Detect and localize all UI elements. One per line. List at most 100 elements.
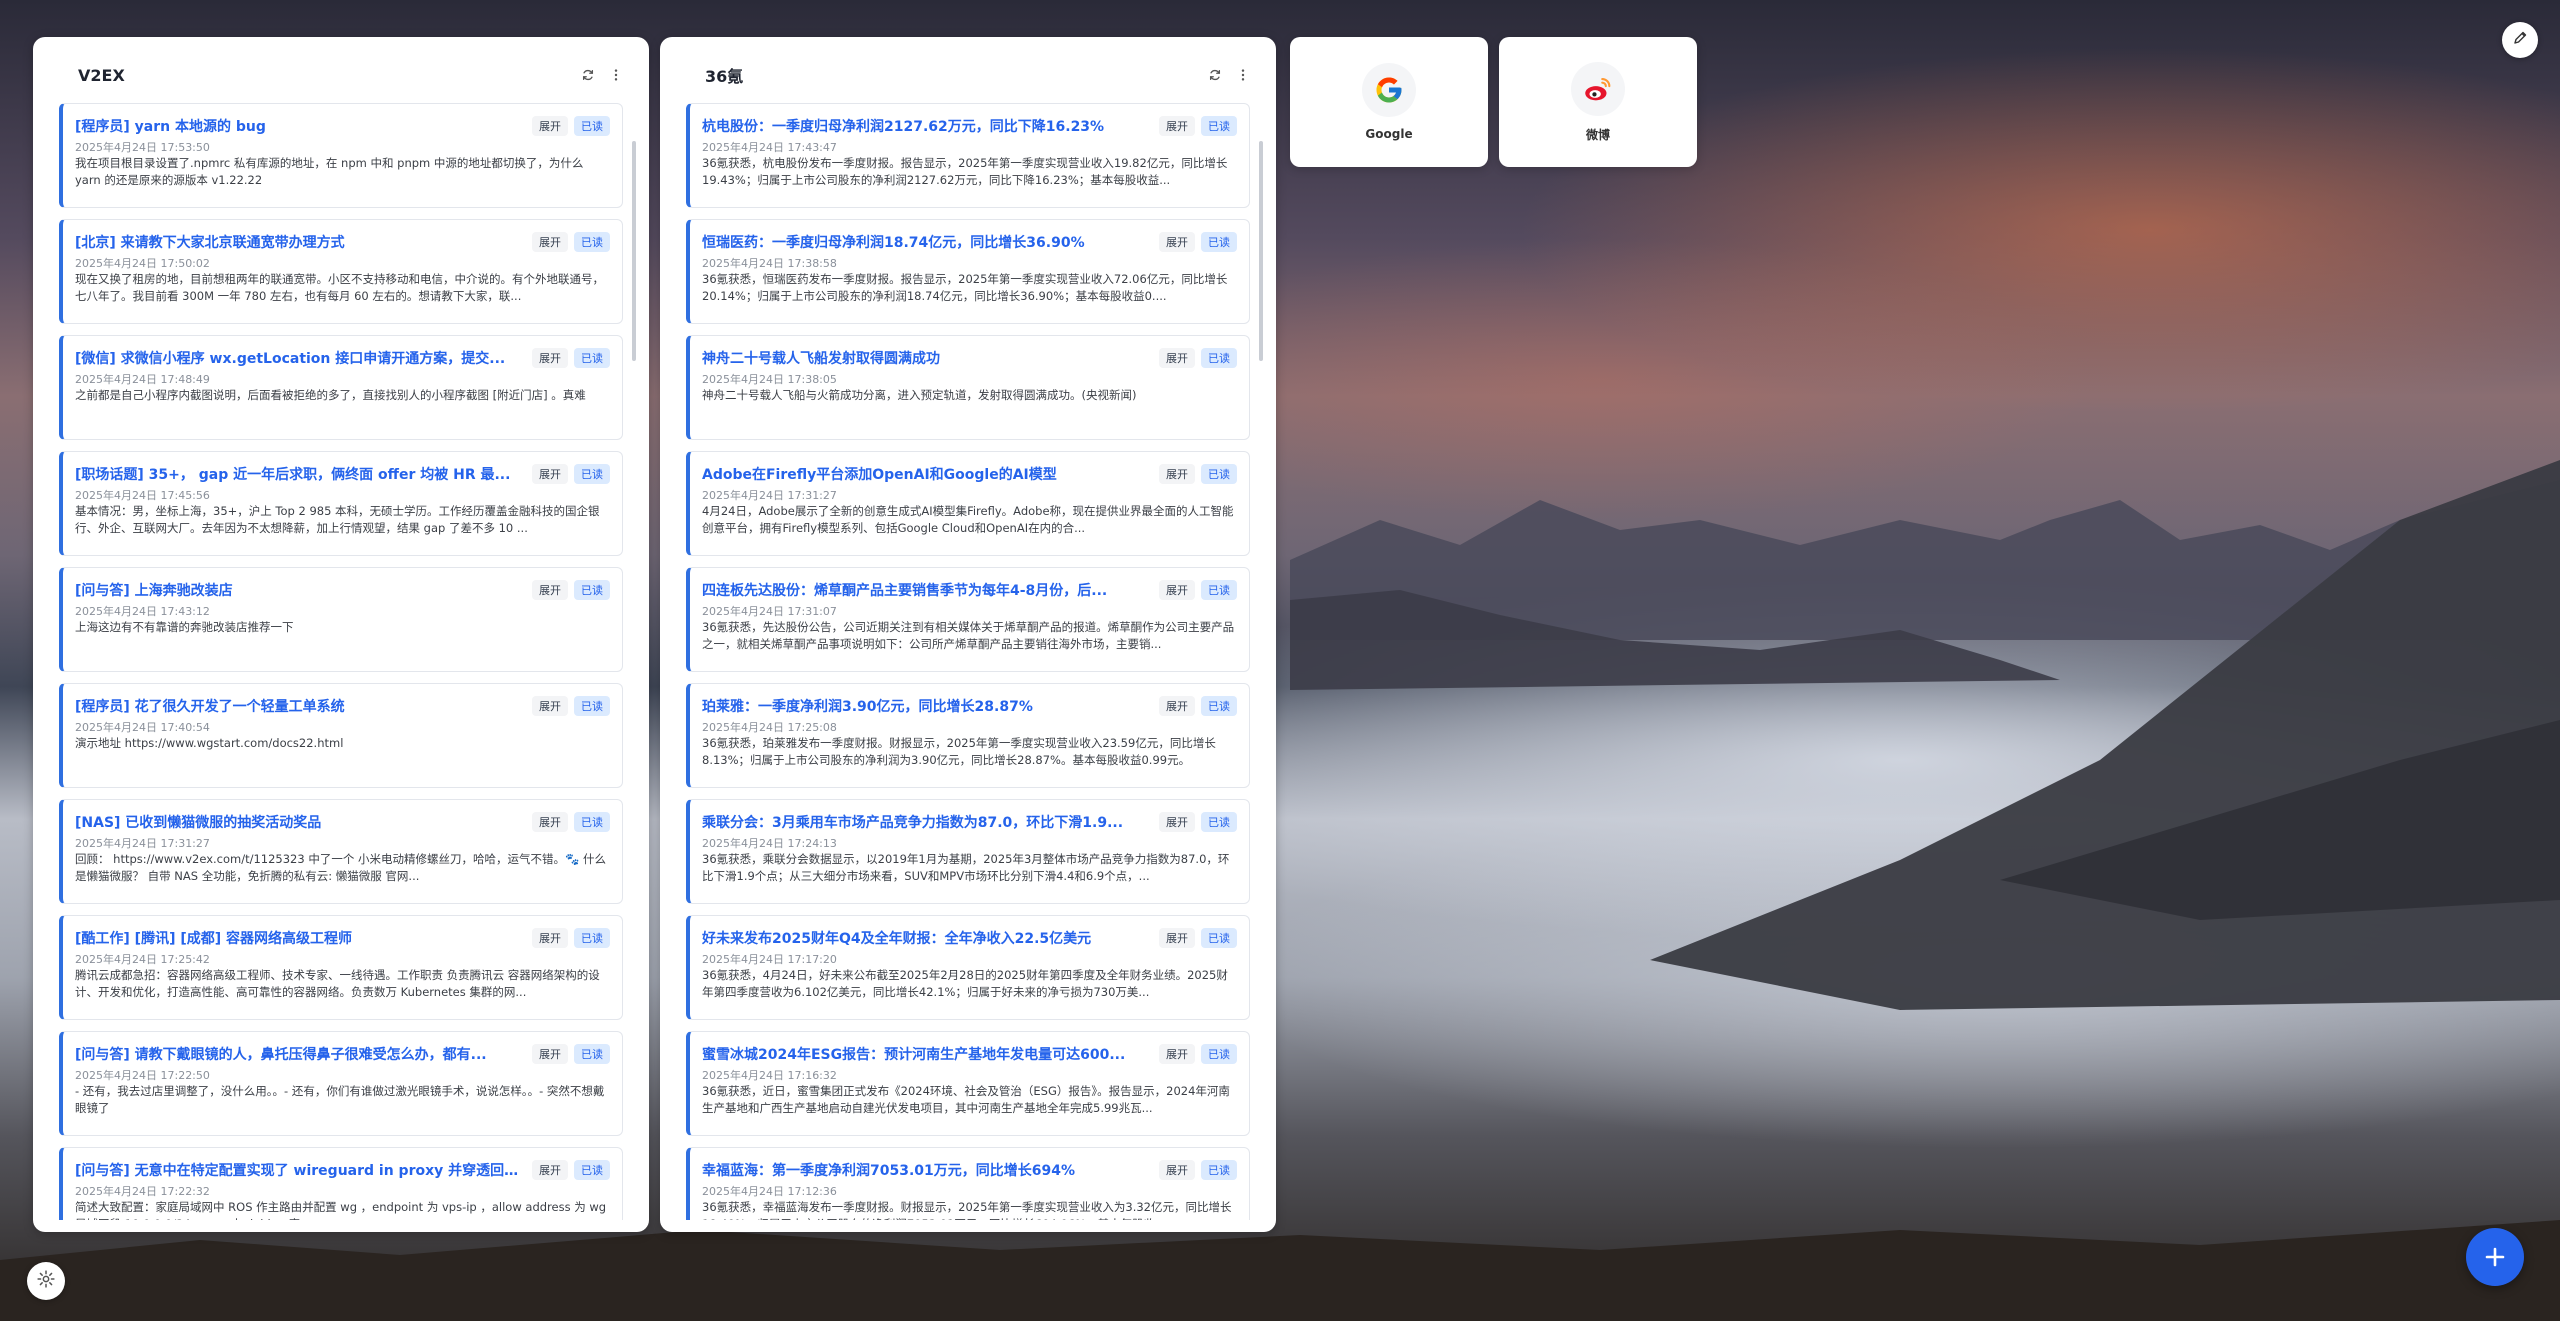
expand-button[interactable]: 展开 bbox=[532, 1044, 568, 1064]
feed-item[interactable]: 神舟二十号载人飞船发射取得圆满成功 展开 已读 2025年4月24日 17:38:05… bbox=[686, 335, 1250, 440]
feed-item[interactable]: [问与答] 上海奔驰改装店 展开 已读 2025年4月24日 17:43:12 上海这边… bbox=[59, 567, 623, 672]
expand-button[interactable]: 展开 bbox=[532, 348, 568, 368]
feed-item[interactable]: Adobe在Firefly平台添加OpenAI和Google的AI模型 展开 已读 2… bbox=[686, 451, 1250, 556]
expand-button[interactable]: 展开 bbox=[532, 812, 568, 832]
feed-panel-36kr: 36氪 杭电股份：一季度归母净利润2127.62万元，同比下降16.23% 展开已… bbox=[660, 37, 1276, 1232]
item-title[interactable]: [微信] 求微信小程序 wx.getLocation 接口申请开通方案，提交..… bbox=[75, 348, 528, 368]
feed-item[interactable]: 恒瑞医药：一季度归母净利润18.74亿元，同比增长36.90% 展开 已读 2025年… bbox=[686, 219, 1250, 324]
item-title[interactable]: [程序员] 花了很久开发了一个轻量工单系统 bbox=[75, 696, 528, 716]
item-title[interactable]: 幸福蓝海：第一季度净利润7053.01万元，同比增长694% bbox=[702, 1160, 1155, 1180]
refresh-icon[interactable] bbox=[577, 64, 599, 86]
read-button[interactable]: 已读 bbox=[574, 696, 610, 716]
read-button[interactable]: 已读 bbox=[574, 464, 610, 484]
feed-item[interactable]: 珀莱雅：一季度净利润3.90亿元，同比增长28.87% 展开 已读 2025年4月24… bbox=[686, 683, 1250, 788]
expand-button[interactable]: 展开 bbox=[1159, 116, 1195, 136]
read-button[interactable]: 已读 bbox=[1201, 1160, 1237, 1180]
item-title[interactable]: 杭电股份：一季度归母净利润2127.62万元，同比下降16.23% bbox=[702, 116, 1155, 136]
read-button[interactable]: 已读 bbox=[1201, 464, 1237, 484]
read-button[interactable]: 已读 bbox=[1201, 580, 1237, 600]
more-vertical-icon[interactable] bbox=[1232, 64, 1254, 86]
expand-button[interactable]: 展开 bbox=[1159, 1160, 1195, 1180]
feed-item[interactable]: [程序员] yarn 本地源的 bug 展开 已读 2025年4月24日 17:53:… bbox=[59, 103, 623, 208]
read-button[interactable]: 已读 bbox=[574, 812, 610, 832]
feed-item[interactable]: 乘联分会：3月乘用车市场产品竞争力指数为87.0，环比下滑1.9... 展开 已读 2… bbox=[686, 799, 1250, 904]
read-button[interactable]: 已读 bbox=[1201, 348, 1237, 368]
item-title[interactable]: [北京] 来请教下大家北京联通宽带办理方式 bbox=[75, 232, 528, 252]
read-button[interactable]: 已读 bbox=[1201, 696, 1237, 716]
shortcut-google[interactable]: Google bbox=[1290, 37, 1488, 167]
read-button[interactable]: 已读 bbox=[574, 1160, 610, 1180]
item-time: 2025年4月24日 17:16:32 bbox=[702, 1069, 837, 1082]
read-button[interactable]: 已读 bbox=[574, 1044, 610, 1064]
read-button[interactable]: 已读 bbox=[1201, 116, 1237, 136]
refresh-icon[interactable] bbox=[1204, 64, 1226, 86]
feed-item[interactable]: 蜜雪冰城2024年ESG报告：预计河南生产基地年发电量可达600... 展开 已读 2… bbox=[686, 1031, 1250, 1136]
item-summary: 之前都是自己小程序内截图说明，后面看被拒绝的多了，直接找别人的小程序截图 [附近… bbox=[75, 388, 586, 402]
add-button[interactable] bbox=[2466, 1228, 2524, 1286]
shortcut-weibo[interactable]: 微博 bbox=[1499, 37, 1697, 167]
feed-item[interactable]: [职场话题] 35+， gap 近一年后求职，俩终面 offer 均被 HR 最… bbox=[59, 451, 623, 556]
more-vertical-icon[interactable] bbox=[605, 64, 627, 86]
feed-item[interactable]: [微信] 求微信小程序 wx.getLocation 接口申请开通方案，提交..… bbox=[59, 335, 623, 440]
expand-button[interactable]: 展开 bbox=[532, 1160, 568, 1180]
item-title[interactable]: 乘联分会：3月乘用车市场产品竞争力指数为87.0，环比下滑1.9... bbox=[702, 812, 1155, 832]
item-summary: 演示地址 https://www.wgstart.com/docs22.html bbox=[75, 736, 344, 750]
read-button[interactable]: 已读 bbox=[1201, 928, 1237, 948]
feed-item[interactable]: [问与答] 无意中在特定配置实现了 wireguard in proxy 并穿透… bbox=[59, 1147, 623, 1220]
scrollbar[interactable] bbox=[632, 141, 636, 361]
feed-item[interactable]: [NAS] 已收到懒猫微服的抽奖活动奖品 展开 已读 2025年4月24日 17:31… bbox=[59, 799, 623, 904]
item-title[interactable]: 恒瑞医药：一季度归母净利润18.74亿元，同比增长36.90% bbox=[702, 232, 1155, 252]
edit-button[interactable] bbox=[2502, 22, 2538, 58]
item-title[interactable]: [程序员] yarn 本地源的 bug bbox=[75, 116, 528, 136]
read-button[interactable]: 已读 bbox=[574, 580, 610, 600]
read-button[interactable]: 已读 bbox=[574, 116, 610, 136]
item-summary: 简述大致配置：家庭局域网中 ROS 作主路由并配置 wg ，endpoint 为… bbox=[75, 1200, 607, 1220]
read-button[interactable]: 已读 bbox=[1201, 232, 1237, 252]
item-title[interactable]: [问与答] 上海奔驰改装店 bbox=[75, 580, 528, 600]
read-button[interactable]: 已读 bbox=[1201, 1044, 1237, 1064]
feed-item[interactable]: [酷工作] [腾讯] [成都] 容器网络高级工程师 展开 已读 2025年4月24日 … bbox=[59, 915, 623, 1020]
item-time: 2025年4月24日 17:38:05 bbox=[702, 373, 837, 386]
item-title[interactable]: [NAS] 已收到懒猫微服的抽奖活动奖品 bbox=[75, 812, 528, 832]
settings-button[interactable] bbox=[27, 1262, 65, 1300]
item-title[interactable]: 珀莱雅：一季度净利润3.90亿元，同比增长28.87% bbox=[702, 696, 1155, 716]
feed-item[interactable]: 幸福蓝海：第一季度净利润7053.01万元，同比增长694% 展开 已读 2025年4… bbox=[686, 1147, 1250, 1220]
feed-item[interactable]: [程序员] 花了很久开发了一个轻量工单系统 展开 已读 2025年4月24日 17:4… bbox=[59, 683, 623, 788]
read-button[interactable]: 已读 bbox=[1201, 812, 1237, 832]
read-button[interactable]: 已读 bbox=[574, 232, 610, 252]
item-title[interactable]: 四连板先达股份：烯草酮产品主要销售季节为每年4-8月份，后... bbox=[702, 580, 1155, 600]
item-time: 2025年4月24日 17:25:42 bbox=[75, 953, 210, 966]
feed-item[interactable]: 杭电股份：一季度归母净利润2127.62万元，同比下降16.23% 展开 已读 202… bbox=[686, 103, 1250, 208]
expand-button[interactable]: 展开 bbox=[532, 464, 568, 484]
item-title[interactable]: [问与答] 无意中在特定配置实现了 wireguard in proxy 并穿透… bbox=[75, 1160, 528, 1180]
expand-button[interactable]: 展开 bbox=[1159, 696, 1195, 716]
expand-button[interactable]: 展开 bbox=[532, 928, 568, 948]
item-summary: 神舟二十号载人飞船与火箭成功分离，进入预定轨道，发射取得圆满成功。(央视新闻) bbox=[702, 388, 1137, 402]
read-button[interactable]: 已读 bbox=[574, 928, 610, 948]
feed-item[interactable]: 好未来发布2025财年Q4及全年财报：全年净收入22.5亿美元 展开 已读 2025年… bbox=[686, 915, 1250, 1020]
item-title[interactable]: 蜜雪冰城2024年ESG报告：预计河南生产基地年发电量可达600... bbox=[702, 1044, 1155, 1064]
expand-button[interactable]: 展开 bbox=[1159, 580, 1195, 600]
feed-item[interactable]: 四连板先达股份：烯草酮产品主要销售季节为每年4-8月份，后... 展开 已读 2025… bbox=[686, 567, 1250, 672]
expand-button[interactable]: 展开 bbox=[1159, 348, 1195, 368]
item-title[interactable]: Adobe在Firefly平台添加OpenAI和Google的AI模型 bbox=[702, 464, 1155, 484]
gear-icon bbox=[36, 1269, 56, 1293]
expand-button[interactable]: 展开 bbox=[532, 580, 568, 600]
expand-button[interactable]: 展开 bbox=[532, 232, 568, 252]
item-title[interactable]: 神舟二十号载人飞船发射取得圆满成功 bbox=[702, 348, 1155, 368]
expand-button[interactable]: 展开 bbox=[1159, 464, 1195, 484]
expand-button[interactable]: 展开 bbox=[1159, 812, 1195, 832]
item-title[interactable]: [酷工作] [腾讯] [成都] 容器网络高级工程师 bbox=[75, 928, 528, 948]
expand-button[interactable]: 展开 bbox=[1159, 232, 1195, 252]
read-button[interactable]: 已读 bbox=[574, 348, 610, 368]
item-title[interactable]: 好未来发布2025财年Q4及全年财报：全年净收入22.5亿美元 bbox=[702, 928, 1155, 948]
item-title[interactable]: [问与答] 请教下戴眼镜的人，鼻托压得鼻子很难受怎么办，都有... bbox=[75, 1044, 528, 1064]
expand-button[interactable]: 展开 bbox=[532, 696, 568, 716]
item-title[interactable]: [职场话题] 35+， gap 近一年后求职，俩终面 offer 均被 HR 最… bbox=[75, 464, 528, 484]
feed-item[interactable]: [问与答] 请教下戴眼镜的人，鼻托压得鼻子很难受怎么办，都有... 展开 已读 202… bbox=[59, 1031, 623, 1136]
expand-button[interactable]: 展开 bbox=[1159, 1044, 1195, 1064]
expand-button[interactable]: 展开 bbox=[532, 116, 568, 136]
feed-item[interactable]: [北京] 来请教下大家北京联通宽带办理方式 展开 已读 2025年4月24日 17:5… bbox=[59, 219, 623, 324]
expand-button[interactable]: 展开 bbox=[1159, 928, 1195, 948]
scrollbar[interactable] bbox=[1259, 141, 1263, 361]
